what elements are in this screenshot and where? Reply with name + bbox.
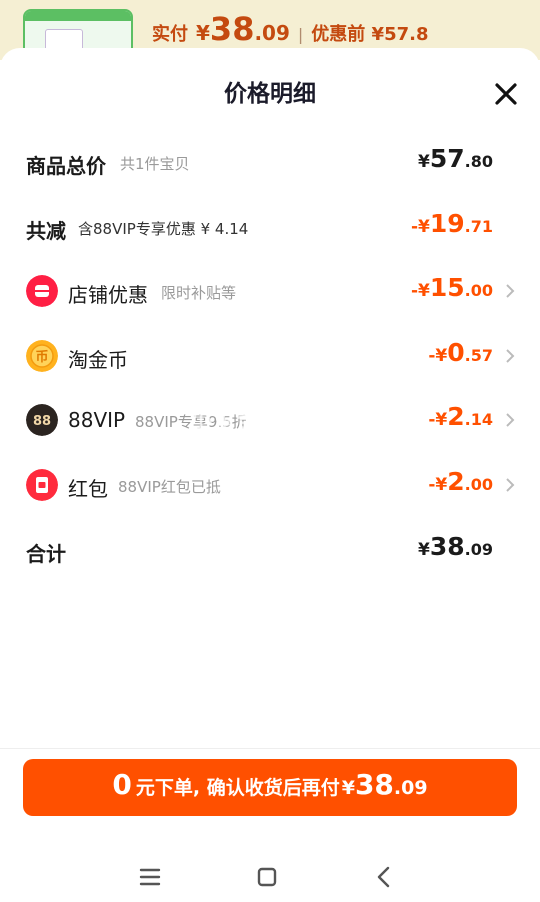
cta-dec: .09 [393,777,428,799]
amount-yen: -¥ [428,475,448,495]
chevron-right-icon[interactable] [504,412,516,428]
price-detail-sheet: 价格明细 商品总价 共1件宝贝 ¥ 57 .80 共减 含88VIP专享优惠 ¥… [0,48,540,902]
amount-dec: .00 [464,281,493,300]
cta-int: 38 [354,768,394,801]
pay-yen: ¥ [196,21,210,45]
nav-menu-icon[interactable] [130,857,170,897]
amount-yen: -¥ [428,346,448,366]
cta-zero: 0 [112,768,132,801]
row-sum: 合计 ¥ 38 .09 [0,530,540,570]
nav-back-icon[interactable] [364,857,404,897]
red-packet-label: 红包 [68,477,108,501]
amount-dec: .57 [464,346,493,365]
background-pay-summary: 实付 ¥ 38 .09 | 优惠前 ¥57.8 [152,10,428,48]
amount-yen: -¥ [410,217,430,237]
close-icon[interactable] [492,80,520,108]
row-taobao-coin[interactable]: 币 淘金币 -¥ 0 .57 [0,336,540,376]
amount-yen: -¥ [410,281,430,301]
amount-dec: .80 [464,152,493,171]
vip-label: 88VIP [68,408,126,432]
red-packet-note: 88VIP红包已抵 [118,478,221,496]
store-discount-label: 店铺优惠 [68,283,148,307]
amount-yen: ¥ [418,540,430,560]
goods-total-label: 商品总价 [26,154,106,178]
checkout-button[interactable]: 0 元下单, 确认收货后再付 ¥ 38 .09 [23,759,517,816]
amount-int: 57 [429,144,465,173]
row-red-packet[interactable]: 红包 88VIP红包已抵 -¥ 2 .00 [0,465,540,505]
cta-text: 元下单, 确认收货后再付 [135,777,340,799]
coin-icon: 币 [26,340,58,372]
reduction-amount: -¥ 19 .71 [411,209,493,238]
coin-amount: -¥ 0 .57 [428,338,493,367]
coin-label: 淘金币 [68,348,128,372]
amount-int: 0 [447,338,465,367]
svg-text:币: 币 [35,350,48,365]
amount-yen: ¥ [418,152,430,172]
row-total-reduction: 共减 含88VIP专享优惠 ¥ 4.14 -¥ 19 .71 [0,207,540,247]
divider [0,748,540,749]
pay-int: 38 [209,10,255,48]
chevron-right-icon[interactable] [504,283,516,299]
amount-yen: -¥ [428,410,448,430]
store-icon [26,275,58,307]
amount-dec: .14 [464,410,493,429]
sheet-title: 价格明细 [224,81,316,107]
vip-88-icon: 88 [26,404,58,436]
store-discount-amount: -¥ 15 .00 [411,273,493,302]
svg-text:88: 88 [33,414,51,429]
pay-separator: | [297,25,304,44]
reduction-note: 含88VIP专享优惠 ¥ 4.14 [78,220,249,238]
goods-total-amount: ¥ 57 .80 [418,144,493,173]
original-price: 优惠前 ¥57.8 [311,24,429,45]
pay-label: 实付 [152,24,188,45]
cta-yen: ¥ [341,777,355,799]
nav-home-icon[interactable] [247,857,287,897]
amount-int: 2 [447,402,465,431]
chevron-right-icon[interactable] [504,477,516,493]
amount-dec: .09 [464,540,493,559]
pay-dec: .09 [254,21,290,45]
sum-amount: ¥ 38 .09 [418,532,493,561]
sum-label: 合计 [26,542,66,566]
amount-int: 38 [429,532,465,561]
row-store-discount[interactable]: 店铺优惠 限时补贴等 -¥ 15 .00 [0,271,540,311]
goods-count: 共1件宝贝 [120,155,190,173]
row-goods-total: 商品总价 共1件宝贝 ¥ 57 .80 [0,142,540,182]
amount-dec: .71 [464,217,493,236]
amount-int: 15 [429,273,465,302]
amount-int: 19 [429,209,465,238]
row-88vip[interactable]: 88 88VIP 88VIP专享9.5折 -¥ 2 .14 [0,400,540,440]
system-nav-bar [0,848,540,902]
red-packet-amount: -¥ 2 .00 [428,467,493,496]
red-packet-icon [26,469,58,501]
store-discount-note: 限时补贴等 [161,284,237,302]
vip-note: 88VIP专享9.5折 [135,413,247,431]
vip-amount: -¥ 2 .14 [428,402,493,431]
reduction-label: 共减 [26,219,66,243]
store-thumb-caption-bar [25,11,131,21]
chevron-right-icon[interactable] [504,348,516,364]
amount-int: 2 [447,467,465,496]
amount-dec: .00 [464,475,493,494]
